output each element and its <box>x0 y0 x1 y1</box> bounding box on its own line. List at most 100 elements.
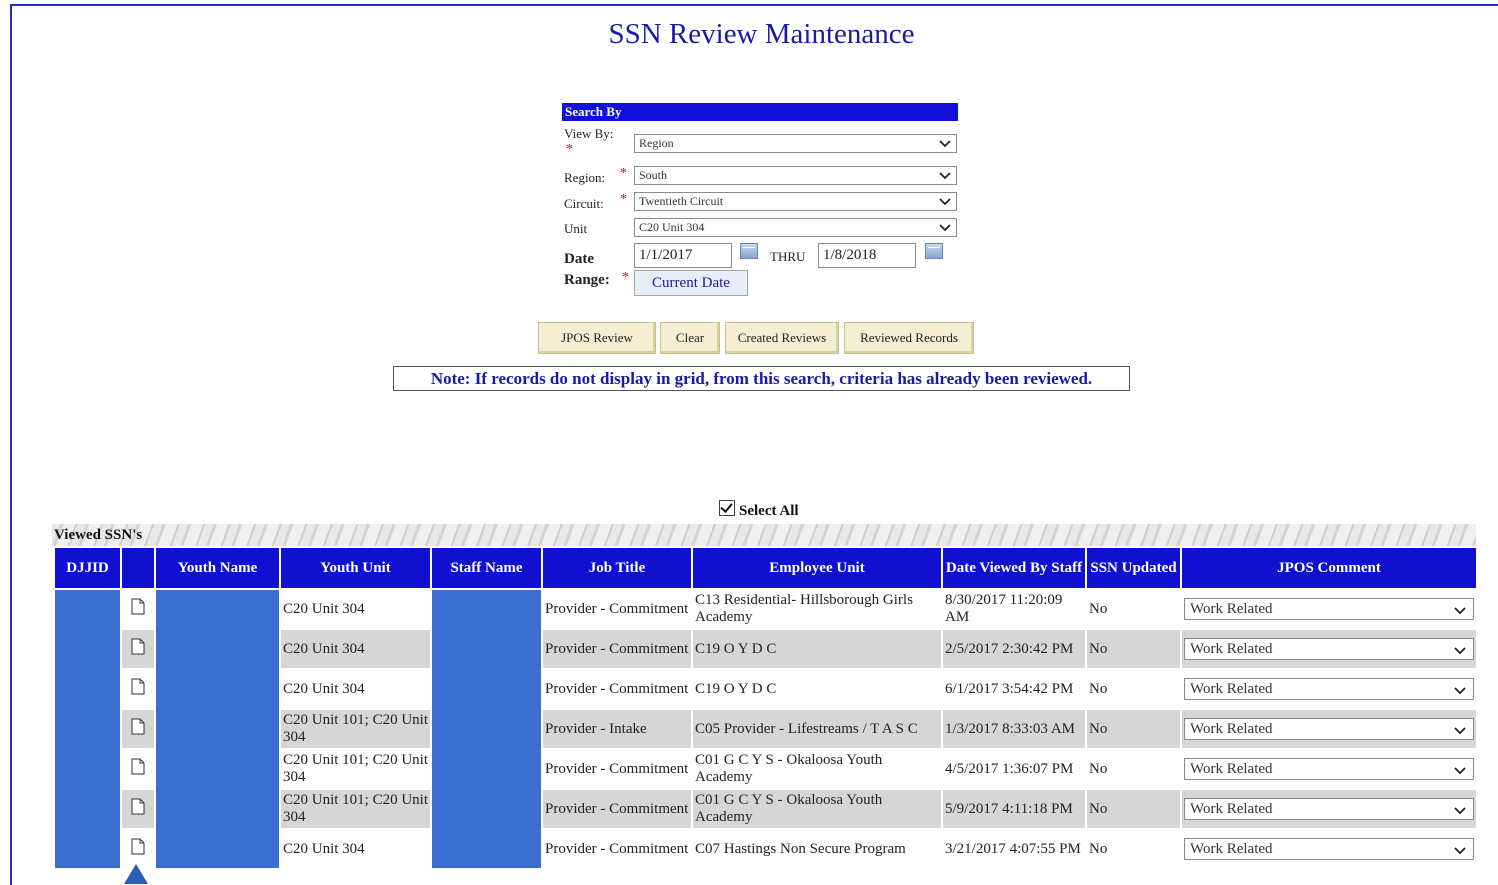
jpos-comment-select[interactable]: Work Related <box>1184 758 1474 780</box>
jpos-comment-value: Work Related <box>1190 641 1273 657</box>
jpos-comment-select[interactable]: Work Related <box>1184 638 1474 660</box>
date-from-input[interactable]: 1/1/2017 <box>634 243 732 268</box>
job-title-cell: Provider - Intake <box>541 708 693 750</box>
jpos-comment-select[interactable]: Work Related <box>1184 838 1474 860</box>
circuit-label: Circuit: <box>564 196 604 211</box>
checkbox-checked-icon[interactable] <box>719 500 735 516</box>
date-label: Date <box>564 251 594 267</box>
document-icon[interactable] <box>131 798 145 815</box>
document-icon[interactable] <box>131 678 145 695</box>
chevron-down-icon <box>1453 842 1467 859</box>
document-cell[interactable] <box>120 828 156 870</box>
page-frame-left <box>10 4 12 885</box>
jpos-comment-cell: Work Related <box>1180 748 1478 790</box>
date-viewed-cell: 4/5/2017 1:36:07 PM <box>941 748 1087 790</box>
column-header-djjid[interactable]: DJJID <box>53 546 122 590</box>
date-range-required-marker: * <box>622 270 629 285</box>
employee-unit-cell: C19 O Y D C <box>691 668 943 710</box>
jpos-comment-cell: Work Related <box>1180 828 1478 870</box>
date-viewed-cell: 3/21/2017 4:07:55 PM <box>941 828 1087 870</box>
column-header-ssn-updated[interactable]: SSN Updated <box>1085 546 1182 590</box>
youth-unit-cell: C20 Unit 304 <box>279 588 432 630</box>
arrow-marker <box>124 864 148 884</box>
ssn-updated-cell: No <box>1085 828 1182 870</box>
view-by-select[interactable]: Region <box>634 134 957 153</box>
column-header-youth-unit[interactable]: Youth Unit <box>279 546 432 590</box>
jpos-comment-select[interactable]: Work Related <box>1184 718 1474 740</box>
youth-unit-cell: C20 Unit 304 <box>279 828 432 870</box>
employee-unit-cell: C01 G C Y S - Okaloosa Youth Academy <box>691 788 943 830</box>
youth-unit-cell: C20 Unit 101; C20 Unit 304 <box>279 748 432 790</box>
jpos-comment-value: Work Related <box>1190 721 1273 737</box>
circuit-value: Twentieth Circuit <box>639 194 724 208</box>
document-cell[interactable] <box>120 788 156 830</box>
column-header-employee-unit[interactable]: Employee Unit <box>691 546 943 590</box>
jpos-comment-select[interactable]: Work Related <box>1184 598 1474 620</box>
jpos-comment-value: Work Related <box>1190 801 1273 817</box>
document-cell[interactable] <box>120 588 156 630</box>
viewed-ssns-caption: Viewed SSN's <box>52 524 1476 546</box>
column-header-youth-name[interactable]: Youth Name <box>154 546 281 590</box>
region-select[interactable]: South <box>634 166 957 185</box>
document-cell[interactable] <box>120 748 156 790</box>
view-by-required-marker: * <box>566 142 573 157</box>
jpos-comment-cell: Work Related <box>1180 708 1478 750</box>
date-to-input[interactable]: 1/8/2018 <box>818 243 916 268</box>
calendar-icon[interactable] <box>740 243 758 259</box>
unit-select[interactable]: C20 Unit 304 <box>634 218 957 237</box>
created-reviews-button[interactable]: Created Reviews <box>725 322 839 354</box>
job-title-cell: Provider - Commitment <box>541 748 693 790</box>
chevron-down-icon <box>938 167 952 184</box>
viewed-ssn-grid: DJJID Youth Name Youth Unit Staff Name J… <box>53 546 1478 870</box>
select-all-checkbox[interactable]: Select All <box>719 500 799 520</box>
chevron-down-icon <box>1453 762 1467 779</box>
select-all-label: Select All <box>739 503 799 519</box>
document-cell[interactable] <box>120 708 156 750</box>
date-viewed-cell: 5/9/2017 4:11:18 PM <box>941 788 1087 830</box>
table-row[interactable]: C20 Unit 304 Provider - Commitment C13 Res… <box>53 588 1478 870</box>
column-header-document <box>120 546 156 590</box>
employee-unit-cell: C01 G C Y S - Okaloosa Youth Academy <box>691 748 943 790</box>
youth-unit-cell: C20 Unit 304 <box>279 668 432 710</box>
djjid-redacted <box>53 588 122 870</box>
document-icon[interactable] <box>131 718 145 735</box>
column-header-jpos-comment[interactable]: JPOS Comment <box>1180 546 1478 590</box>
jpos-comment-cell: Work Related <box>1180 588 1478 630</box>
jpos-comment-cell: Work Related <box>1180 668 1478 710</box>
chevron-down-icon <box>938 193 952 210</box>
search-note: Note: If records do not display in grid,… <box>393 366 1130 391</box>
grid-body: C20 Unit 304 Provider - Commitment C13 Res… <box>53 588 1478 870</box>
column-header-date-viewed[interactable]: Date Viewed By Staff <box>941 546 1087 590</box>
jpos-comment-value: Work Related <box>1190 601 1273 617</box>
document-cell[interactable] <box>120 628 156 670</box>
reviewed-records-button[interactable]: Reviewed Records <box>844 322 974 354</box>
document-icon[interactable] <box>131 638 145 655</box>
youth-unit-cell: C20 Unit 101; C20 Unit 304 <box>279 708 432 750</box>
jpos-comment-cell: Work Related <box>1180 628 1478 670</box>
job-title-cell: Provider - Commitment <box>541 828 693 870</box>
date-viewed-cell: 8/30/2017 11:20:09 AM <box>941 588 1087 630</box>
column-header-staff-name[interactable]: Staff Name <box>430 546 543 590</box>
jpos-comment-select[interactable]: Work Related <box>1184 798 1474 820</box>
youth-name-redacted <box>154 588 281 870</box>
document-icon[interactable] <box>131 838 145 855</box>
jpos-review-button[interactable]: JPOS Review <box>538 322 656 354</box>
job-title-cell: Provider - Commitment <box>541 668 693 710</box>
jpos-comment-select[interactable]: Work Related <box>1184 678 1474 700</box>
column-header-job-title[interactable]: Job Title <box>541 546 693 590</box>
document-cell[interactable] <box>120 668 156 710</box>
employee-unit-cell: C05 Provider - Lifestreams / T A S C <box>691 708 943 750</box>
chevron-down-icon <box>938 219 952 236</box>
youth-unit-cell: C20 Unit 304 <box>279 628 432 670</box>
chevron-down-icon <box>938 135 952 152</box>
ssn-updated-cell: No <box>1085 788 1182 830</box>
document-icon[interactable] <box>131 598 145 615</box>
calendar-icon[interactable] <box>925 243 943 259</box>
document-icon[interactable] <box>131 758 145 775</box>
region-required-marker: * <box>620 166 627 181</box>
clear-button[interactable]: Clear <box>660 322 720 354</box>
employee-unit-cell: C19 O Y D C <box>691 628 943 670</box>
chevron-down-icon <box>1453 802 1467 819</box>
current-date-button[interactable]: Current Date <box>634 270 748 296</box>
circuit-select[interactable]: Twentieth Circuit <box>634 192 957 211</box>
